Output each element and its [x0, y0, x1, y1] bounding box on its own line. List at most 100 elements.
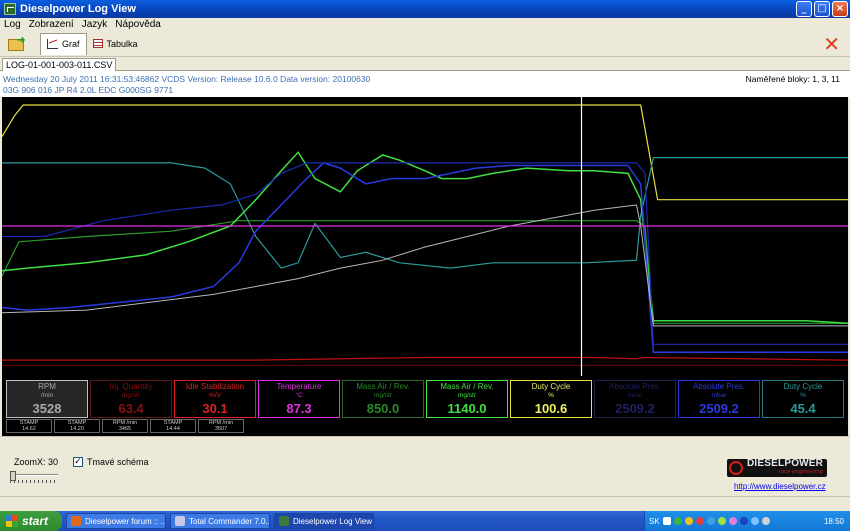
firefox-icon [71, 516, 81, 526]
maximize-button[interactable]: □ [814, 1, 830, 17]
tray-icon-3[interactable] [695, 517, 704, 525]
windows-flag-icon [6, 515, 18, 527]
log-chart[interactable] [2, 97, 848, 376]
menu-jazyk[interactable]: Jazyk [78, 19, 112, 30]
gauge-title: Mass Air / Rev. [440, 382, 494, 391]
gauge-value: 850.0 [366, 401, 400, 416]
series-line-0 [2, 104, 848, 201]
gauge-panel: RPM/min 3528 Inj. Quantity mg/str 63.4 Idle S… [2, 376, 848, 436]
zoom-slider[interactable] [10, 471, 58, 483]
gauge-8[interactable]: Absolute Pres. mbar 2509.2 [678, 380, 760, 418]
gauge-4[interactable]: Mass Air / Rev. mg/str 850.0 [342, 380, 424, 418]
series-line-2 [2, 220, 848, 324]
stamp-value: 3465 [118, 426, 132, 432]
open-folder-icon[interactable]: ➜ [8, 35, 26, 51]
tray-icon-6[interactable] [728, 517, 737, 525]
gauge-5[interactable]: Mass Air / Rev. mg/str 1140.0 [426, 380, 508, 418]
gauge-title: Absolute Pres. [692, 382, 746, 391]
stamp-value: 14.44 [166, 426, 180, 432]
series-line-1 [2, 156, 848, 269]
menu-napoveda[interactable]: Nápověda [111, 19, 165, 30]
zoom-label: ZoomX: 30 [14, 457, 59, 467]
log-date-version: Wednesday 20 July 2011 16:31:53:46862 VC… [3, 74, 371, 84]
log-view-icon [279, 516, 289, 526]
start-button[interactable]: start [0, 511, 62, 531]
tab-tabulka[interactable]: Tabulka [87, 33, 144, 55]
gauge-title: RPM [38, 382, 56, 391]
network-icon[interactable] [750, 517, 759, 525]
gauge-0[interactable]: RPM/min 3528 [6, 380, 88, 418]
gauge-unit: % [548, 392, 554, 399]
title-bar[interactable]: Dieselpower Log View _ □ × [0, 0, 850, 18]
chart-svg[interactable] [2, 97, 848, 376]
gauge-9[interactable]: Duty Cycle% 45.4 [762, 380, 844, 418]
dark-scheme-label: Tmavé schéma [87, 457, 149, 467]
volume-icon[interactable] [761, 517, 770, 525]
gauge-3[interactable]: Temperature °C 87.3 [258, 380, 340, 418]
file-tab-strip: LOG-01-001-003-011.CSV [0, 57, 850, 71]
task-dieselpower-forum[interactable]: Dieselpower forum :: ... [66, 513, 166, 529]
taskbar: start Dieselpower forum :: ... Total Com… [0, 511, 850, 531]
tray-icon-4[interactable] [706, 517, 715, 525]
gauge-6[interactable]: Duty Cycle% 100.6 [510, 380, 592, 418]
stamp-value: 3507 [214, 426, 228, 432]
file-tab[interactable]: LOG-01-001-003-011.CSV [2, 58, 117, 71]
ecu-id: 03G 906 016 JP R4 2.0L EDC G000SG 9771 [3, 85, 174, 95]
gauge-value: 100.6 [534, 401, 568, 416]
logo-subtext: race engineering [778, 469, 824, 475]
logo-ring-icon [729, 461, 743, 475]
task-label: Dieselpower forum :: ... [85, 516, 166, 526]
app-window: Dieselpower Log View _ □ × Log Zobrazení… [0, 0, 850, 511]
gauge-unit: mbar [627, 392, 643, 399]
gauge-title: Inj. Quantity [109, 382, 153, 391]
bluetooth-icon[interactable] [739, 517, 748, 525]
stamp-box-3: STAMP 14.44 [150, 419, 196, 433]
stamp-box-0: STAMP 14.62 [6, 419, 52, 433]
dieselpower-logo: DIESELPOWER race engineering [727, 459, 827, 477]
task-dieselpower-log-view[interactable]: Dieselpower Log View [274, 513, 374, 529]
gauge-title: Idle Stabilization [185, 382, 245, 391]
dark-scheme-option[interactable]: ✓ Tmavé schéma [73, 457, 149, 467]
tray-icon-1[interactable] [673, 517, 682, 525]
gauge-value: 2509.2 [699, 401, 739, 416]
website-link[interactable]: http://www.dieselpower.cz [734, 482, 826, 491]
close-log-icon[interactable]: ✕ [823, 34, 840, 54]
tab-graf-label: Graf [62, 39, 80, 49]
gauge-value: 1140.0 [447, 401, 487, 416]
gauge-unit: mg/str [121, 392, 141, 399]
help-icon[interactable] [662, 517, 671, 525]
menu-log[interactable]: Log [0, 19, 25, 30]
gauge-unit: /min [40, 392, 54, 399]
gauge-value: 87.3 [286, 401, 312, 416]
gauge-1[interactable]: Inj. Quantity mg/str 63.4 [90, 380, 172, 418]
total-commander-icon [175, 516, 185, 526]
stamp-box-4: RPM /min 3507 [198, 419, 244, 433]
gauge-value: 30.1 [202, 401, 228, 416]
app-icon [4, 3, 16, 15]
tray-icon-2[interactable] [684, 517, 693, 525]
menu-zobrazeni[interactable]: Zobrazení [25, 19, 78, 30]
language-indicator[interactable]: SK [649, 517, 660, 526]
clock: 18:50 [823, 516, 844, 526]
tab-graf[interactable]: Graf [40, 32, 87, 55]
task-label: Dieselpower Log View [293, 516, 373, 526]
measured-blocks: Naměřené bloky: 1, 3, 11 [745, 74, 840, 84]
gauge-2[interactable]: Idle Stabilization %/V 30.1 [174, 380, 256, 418]
series-line-8 [2, 356, 848, 361]
table-icon [92, 39, 103, 48]
series-line-5 [2, 162, 848, 345]
menu-bar: Log Zobrazení Jazyk Nápověda [0, 18, 850, 31]
gauge-unit: mbar [711, 392, 727, 399]
gauge-title: Duty Cycle [531, 382, 571, 391]
dark-scheme-checkbox[interactable]: ✓ [73, 457, 83, 467]
gauge-title: Duty Cycle [783, 382, 823, 391]
task-total-commander[interactable]: Total Commander 7.0... [170, 513, 270, 529]
gauge-unit: % [800, 392, 806, 399]
gauge-7[interactable]: Absolute Pres. mbar 2509.2 [594, 380, 676, 418]
gauge-unit: mg/str [457, 392, 477, 399]
tab-tabulka-label: Tabulka [106, 38, 138, 49]
minimize-button[interactable]: _ [796, 1, 812, 17]
close-window-button[interactable]: × [832, 1, 848, 17]
tray-icon-5[interactable] [717, 517, 726, 525]
stamp-value: 14.62 [22, 426, 36, 432]
